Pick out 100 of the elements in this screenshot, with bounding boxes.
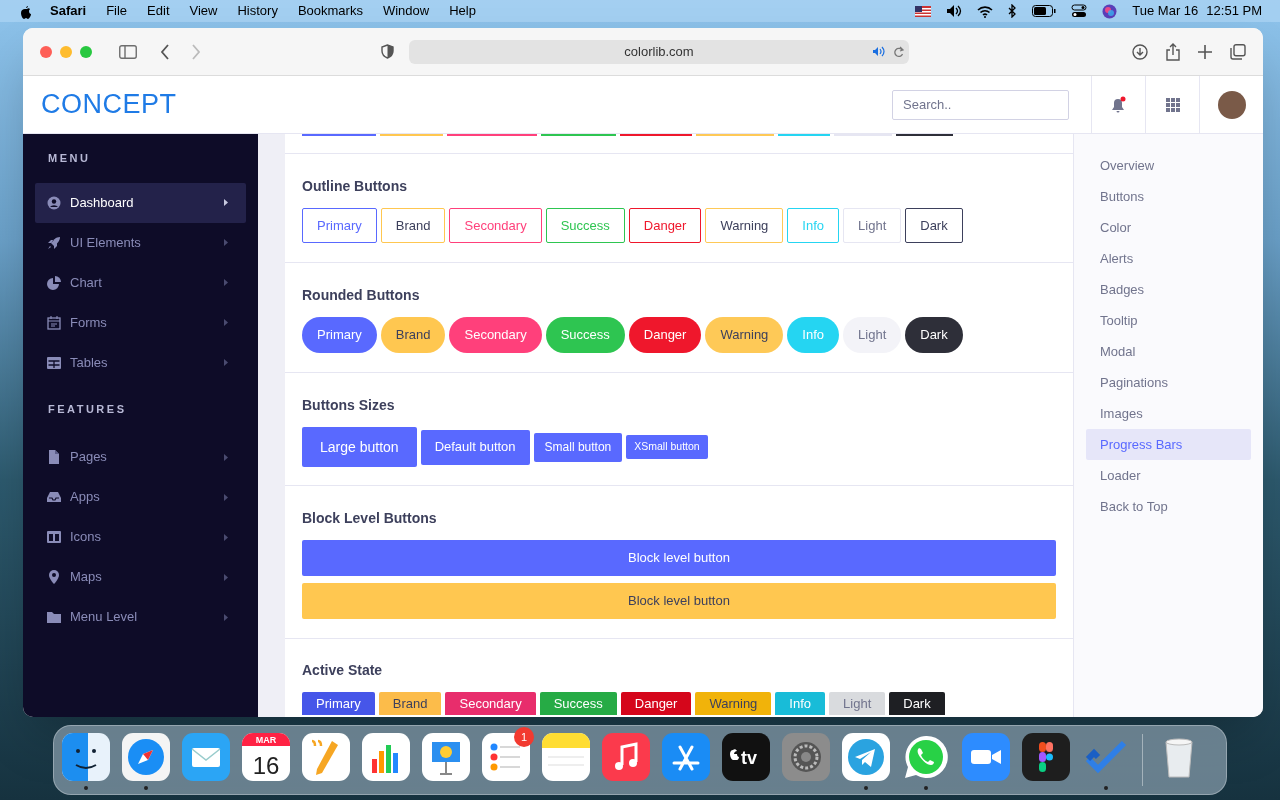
page-nav-link[interactable]: Images bbox=[1086, 398, 1251, 429]
button[interactable]: Brand bbox=[380, 317, 446, 353]
app-icon[interactable] bbox=[842, 733, 890, 781]
button[interactable]: Warning bbox=[705, 208, 784, 243]
menu-item[interactable]: View bbox=[189, 1, 218, 21]
sidebar-item[interactable]: Apps bbox=[35, 477, 246, 517]
sidebar-item[interactable]: Dashboard bbox=[35, 182, 246, 223]
bluetooth-icon[interactable] bbox=[1008, 4, 1018, 18]
page-nav-link[interactable]: Badges bbox=[1086, 274, 1251, 305]
page-nav-link[interactable]: Buttons bbox=[1086, 181, 1251, 212]
sidebar-icon[interactable] bbox=[119, 44, 137, 59]
close-button[interactable] bbox=[40, 45, 52, 58]
button[interactable]: Primary bbox=[302, 692, 375, 715]
volume-icon[interactable] bbox=[946, 4, 963, 18]
siri-icon[interactable] bbox=[1102, 3, 1118, 19]
share-icon[interactable] bbox=[1166, 42, 1180, 61]
app-icon[interactable] bbox=[182, 733, 230, 781]
battery-icon[interactable] bbox=[1032, 5, 1057, 17]
new-tab-icon[interactable] bbox=[1198, 44, 1212, 59]
button[interactable]: Primary bbox=[302, 208, 377, 243]
app-icon[interactable] bbox=[602, 733, 650, 781]
app-icon[interactable] bbox=[962, 733, 1010, 781]
sidebar-item[interactable]: Forms bbox=[35, 302, 246, 343]
bell-icon[interactable] bbox=[1110, 95, 1127, 114]
page-nav-link[interactable]: Progress Bars bbox=[1086, 429, 1251, 460]
button[interactable]: Warning bbox=[695, 692, 772, 715]
button[interactable]: Default button bbox=[420, 429, 530, 465]
button[interactable]: Primary bbox=[302, 317, 377, 353]
sidebar-item[interactable]: Tables bbox=[35, 342, 246, 383]
search-field[interactable]: Search.. bbox=[892, 89, 1069, 120]
app-icon[interactable] bbox=[1022, 733, 1070, 781]
menu-item[interactable]: Bookmarks bbox=[297, 1, 363, 21]
menu-item[interactable]: Window bbox=[382, 1, 430, 21]
button[interactable]: Large button bbox=[302, 427, 417, 467]
button[interactable]: Block level button bbox=[302, 583, 1056, 619]
menu-bar-time[interactable]: 12:51 PM bbox=[1206, 1, 1262, 21]
button[interactable]: Secondary bbox=[445, 692, 536, 715]
sidebar-item[interactable]: Chart bbox=[35, 262, 246, 303]
menu-item[interactable]: Help bbox=[449, 1, 476, 21]
button[interactable]: Brand bbox=[380, 208, 446, 243]
app-icon[interactable] bbox=[362, 733, 410, 781]
page-nav-link[interactable]: Modal bbox=[1086, 336, 1251, 367]
reload-icon[interactable] bbox=[893, 45, 904, 58]
button[interactable]: Dark bbox=[905, 317, 963, 353]
button[interactable]: Light bbox=[829, 692, 886, 715]
sidebar-item[interactable]: UI Elements bbox=[35, 222, 246, 263]
app-menu[interactable]: Safari bbox=[50, 1, 87, 21]
apple-icon[interactable] bbox=[18, 3, 32, 19]
app-icon[interactable] bbox=[902, 733, 950, 781]
grid-icon[interactable] bbox=[1165, 97, 1180, 112]
wifi-icon[interactable] bbox=[977, 4, 994, 18]
address-bar[interactable]: colorlib.com bbox=[409, 39, 909, 64]
button[interactable]: Dark bbox=[905, 208, 963, 243]
button[interactable]: Secondary bbox=[449, 317, 542, 353]
app-icon[interactable] bbox=[62, 733, 110, 781]
button[interactable]: Warning bbox=[705, 317, 784, 353]
button[interactable]: Secondary bbox=[449, 208, 542, 243]
flag-icon[interactable] bbox=[915, 5, 932, 17]
app-icon[interactable]: tv bbox=[722, 733, 770, 781]
page-nav-link[interactable]: Overview bbox=[1086, 150, 1251, 181]
page-nav-link[interactable]: Back to Top bbox=[1086, 491, 1251, 522]
app-icon[interactable] bbox=[422, 733, 470, 781]
sidebar-item[interactable]: Icons bbox=[35, 517, 246, 557]
sidebar-item[interactable]: Maps bbox=[35, 557, 246, 597]
app-icon[interactable] bbox=[782, 733, 830, 781]
sidebar-item[interactable]: Menu Level bbox=[35, 597, 246, 637]
back-icon[interactable] bbox=[160, 43, 170, 60]
button[interactable]: Light bbox=[843, 208, 902, 243]
app-icon[interactable] bbox=[302, 733, 350, 781]
menu-item[interactable]: File bbox=[106, 1, 128, 21]
app-icon[interactable] bbox=[542, 733, 590, 781]
button[interactable]: Danger bbox=[620, 692, 692, 715]
button[interactable]: Dark bbox=[889, 692, 945, 715]
app-icon[interactable]: MAR 16 bbox=[242, 733, 290, 781]
button[interactable]: Small button bbox=[533, 432, 623, 462]
button[interactable]: Danger bbox=[628, 208, 702, 243]
tabs-overview-icon[interactable] bbox=[1230, 43, 1246, 60]
page-nav-link[interactable]: Paginations bbox=[1086, 367, 1251, 398]
shield-icon[interactable] bbox=[381, 44, 394, 59]
sidebar-item[interactable]: Pages bbox=[35, 437, 246, 477]
button[interactable]: Brand bbox=[378, 692, 442, 715]
button[interactable]: Success bbox=[539, 692, 617, 715]
page-nav-link[interactable]: Loader bbox=[1086, 460, 1251, 491]
button[interactable]: Block level button bbox=[302, 540, 1056, 576]
download-icon[interactable] bbox=[1132, 43, 1148, 60]
control-center-icon[interactable] bbox=[1071, 4, 1088, 18]
menu-item[interactable]: Edit bbox=[147, 1, 170, 21]
speaker-icon[interactable] bbox=[872, 45, 885, 57]
button[interactable]: Light bbox=[843, 317, 902, 353]
app-icon[interactable] bbox=[662, 733, 710, 781]
page-nav-link[interactable]: Color bbox=[1086, 212, 1251, 243]
menu-bar-date[interactable]: Tue Mar 16 bbox=[1132, 1, 1199, 21]
avatar[interactable] bbox=[1217, 90, 1246, 119]
button[interactable]: XSmall button bbox=[626, 435, 708, 459]
page-nav-link[interactable]: Tooltip bbox=[1086, 305, 1251, 336]
button[interactable]: Danger bbox=[628, 317, 702, 353]
app-icon[interactable] bbox=[482, 733, 530, 781]
logo[interactable]: CONCEPT bbox=[41, 84, 177, 125]
page-nav-link[interactable]: Alerts bbox=[1086, 243, 1251, 274]
menu-item[interactable]: History bbox=[237, 1, 278, 21]
